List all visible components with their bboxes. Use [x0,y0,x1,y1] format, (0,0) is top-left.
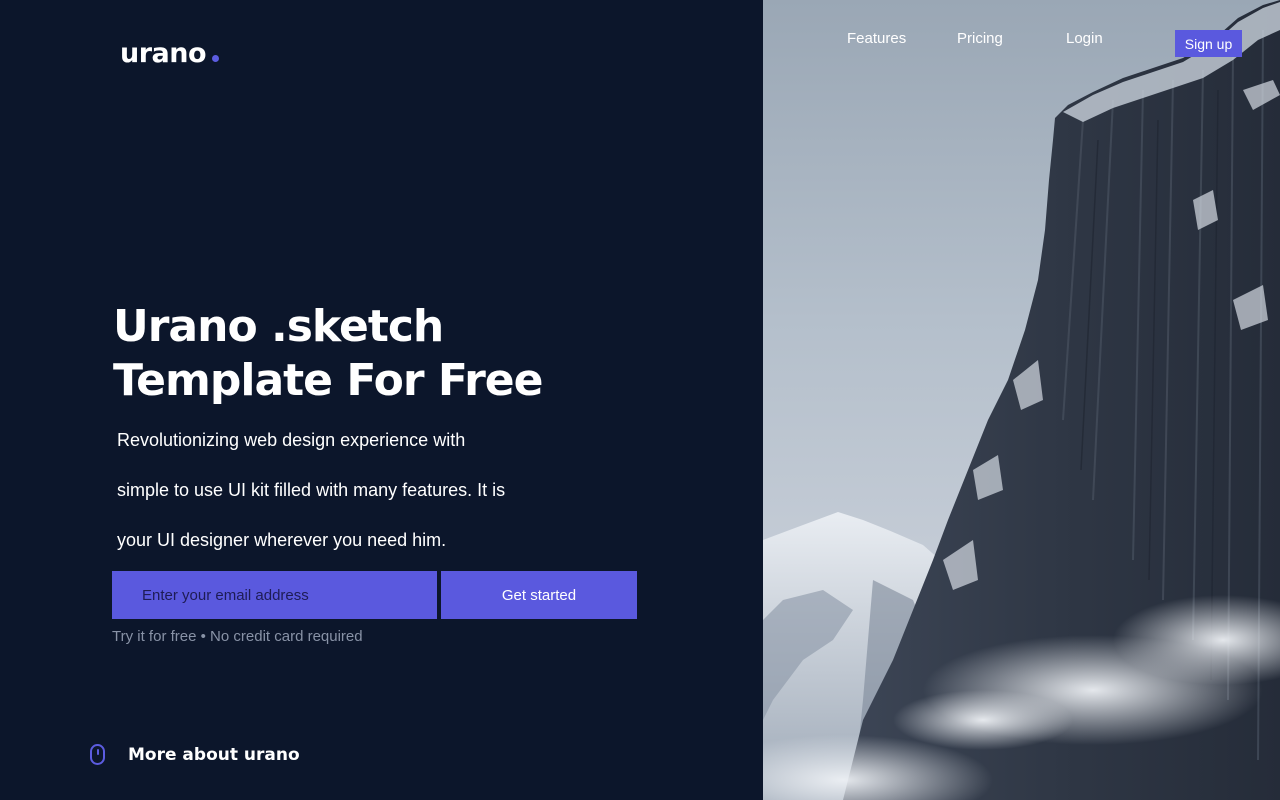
desc-line-3: your UI designer wherever you need him. [117,530,447,550]
email-field-container[interactable] [112,571,437,619]
mountain-cliff-photo [763,0,1280,800]
desc-line-2: simple to use UI kit filled with many fe… [117,480,506,500]
nav-pricing[interactable]: Pricing [957,30,1003,47]
get-started-button[interactable]: Get started [441,571,637,619]
hero-description: Revolutionizing web design experience wi… [117,415,537,565]
signup-button[interactable]: Sign up [1175,30,1242,57]
more-about-link[interactable]: More about urano [90,744,300,765]
email-field[interactable] [142,586,407,604]
logo-text: urano [120,38,207,69]
title-line-1: Urano .sketch [113,301,444,352]
hero-image [763,0,1280,800]
title-line-2: Template For Free [113,355,543,406]
free-trial-note: Try it for free • No credit card require… [112,628,363,645]
hero-left-panel: urano Urano .sketch Template For Free Re… [0,0,763,800]
logo[interactable]: urano [120,38,220,69]
mouse-scroll-icon [90,744,105,765]
nav-login[interactable]: Login [1066,30,1103,47]
nav-features[interactable]: Features [847,30,906,47]
desc-line-1: Revolutionizing web design experience wi… [117,430,466,450]
logo-dot-icon [212,55,220,62]
more-about-label: More about urano [128,744,300,765]
page-title: Urano .sketch Template For Free [113,300,673,408]
